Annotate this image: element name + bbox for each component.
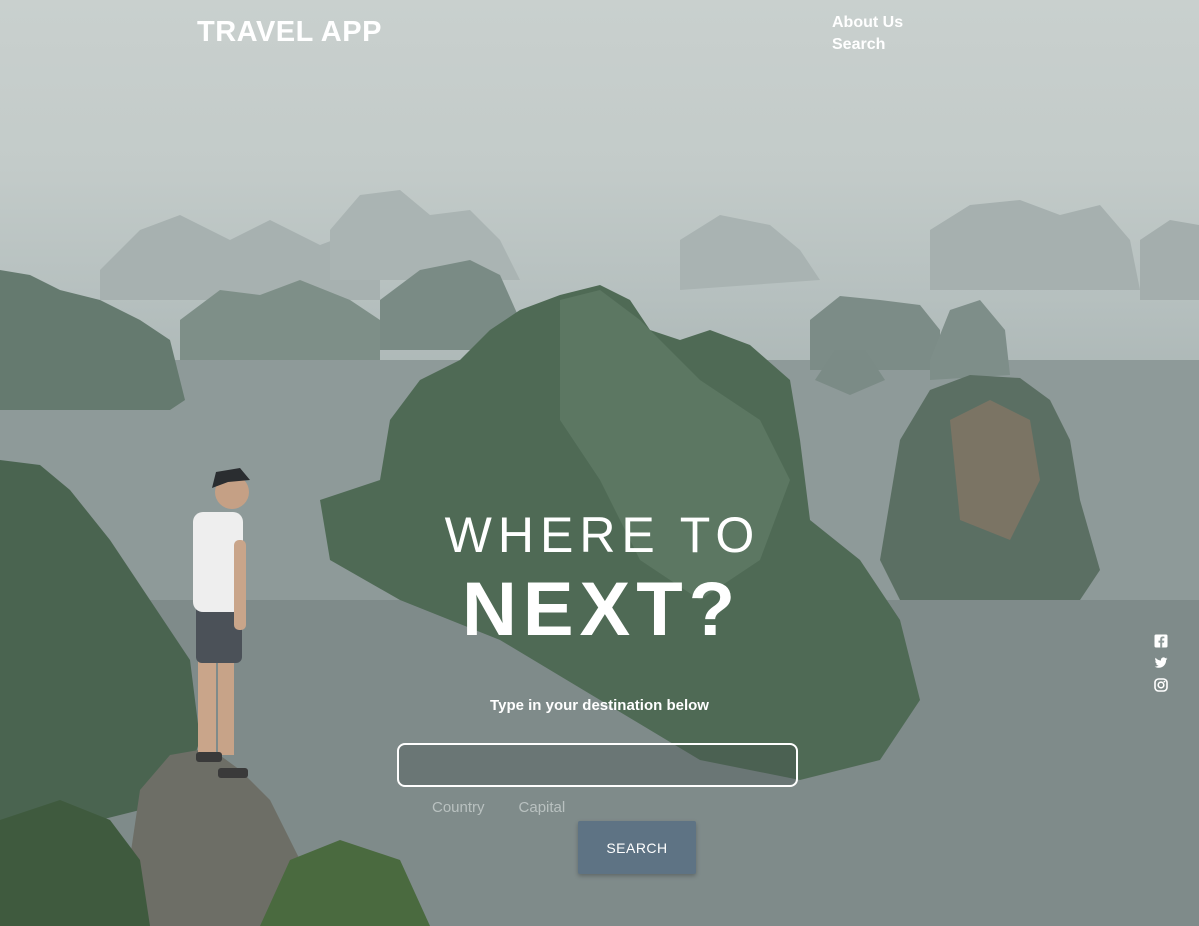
search-type-options: Country Capital xyxy=(432,799,565,816)
nav-link-search[interactable]: Search xyxy=(832,35,903,55)
app-logo-title[interactable]: TRAVEL APP xyxy=(197,16,382,49)
facebook-icon[interactable] xyxy=(1154,634,1168,648)
social-links xyxy=(1154,634,1168,692)
option-capital[interactable]: Capital xyxy=(519,799,566,816)
headline-top: WHERE TO xyxy=(444,507,761,563)
headline-bottom: NEXT? xyxy=(461,567,742,652)
option-country[interactable]: Country xyxy=(432,799,485,816)
hero-subtitle: Type in your destination below xyxy=(490,697,709,714)
main-nav: About Us Search xyxy=(832,13,903,55)
landscape-image xyxy=(0,190,1199,926)
hero-background xyxy=(0,0,1199,926)
search-button[interactable]: SEARCH xyxy=(578,821,696,874)
nav-link-about-us[interactable]: About Us xyxy=(832,13,903,33)
twitter-icon[interactable] xyxy=(1154,656,1168,670)
destination-search-input[interactable] xyxy=(397,743,798,787)
instagram-icon[interactable] xyxy=(1154,678,1168,692)
